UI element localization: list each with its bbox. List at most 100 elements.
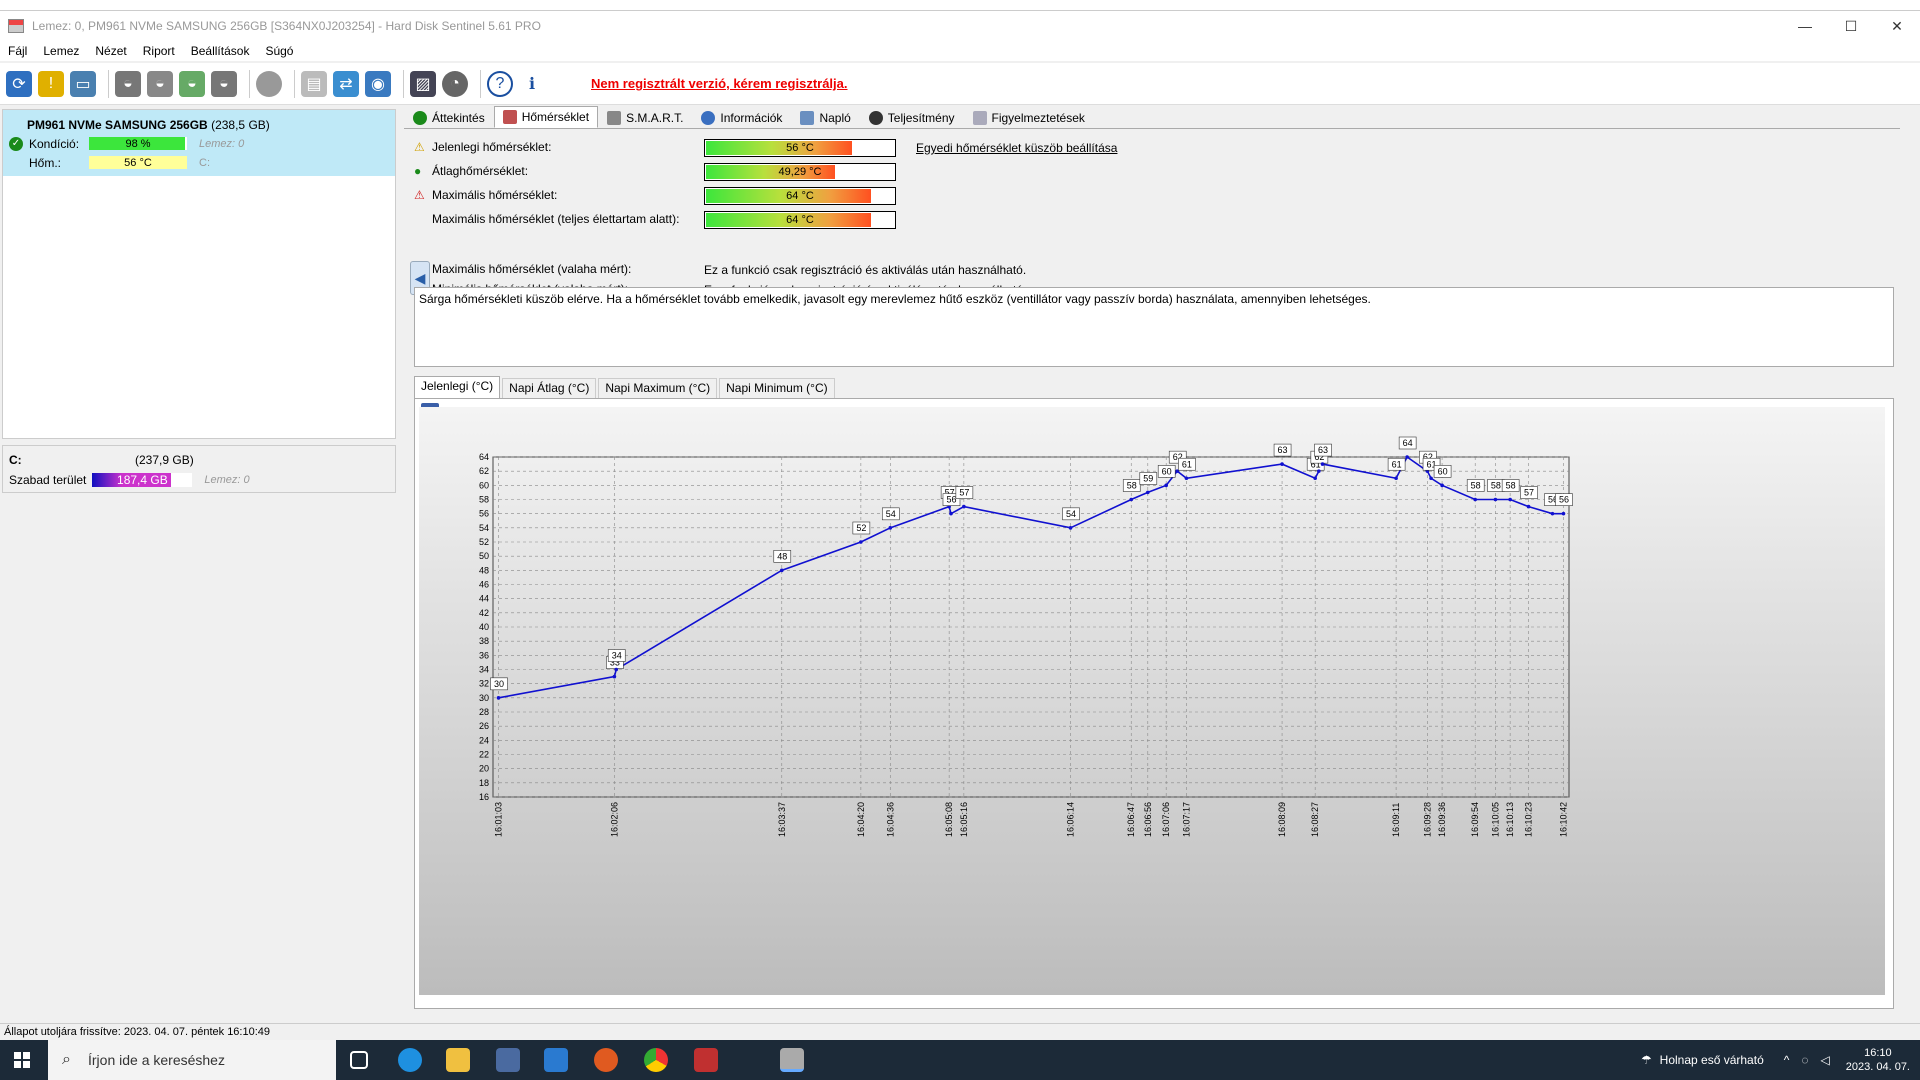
data-label: 34 bbox=[612, 651, 622, 661]
y-tick-label: 34 bbox=[479, 665, 489, 675]
menu-file[interactable]: Fájl bbox=[0, 44, 35, 58]
data-point bbox=[1429, 476, 1433, 481]
menu-disk[interactable]: Lemez bbox=[35, 44, 87, 58]
chevron-up-icon[interactable]: ^ bbox=[1784, 1053, 1790, 1067]
hdsentinel-taskbar-icon[interactable] bbox=[780, 1048, 804, 1072]
file-explorer-icon[interactable] bbox=[446, 1048, 470, 1072]
maximize-button[interactable]: ☐ bbox=[1828, 11, 1874, 41]
title-bar[interactable]: Lemez: 0, PM961 NVMe SAMSUNG 256GB [S364… bbox=[0, 11, 1920, 41]
chart-icon[interactable]: ▨ bbox=[410, 70, 436, 97]
y-tick-label: 42 bbox=[479, 608, 489, 618]
chart-tab-daily-avg[interactable]: Napi Átlag (°C) bbox=[502, 378, 597, 398]
send-report-icon[interactable]: ⇄ bbox=[333, 70, 359, 97]
tab-overview[interactable]: Áttekintés bbox=[404, 108, 494, 128]
custom-threshold-link[interactable]: Egyedi hőmérséklet küszöb beállítása bbox=[916, 141, 1117, 155]
tab-temperature[interactable]: Hőmérséklet bbox=[493, 106, 599, 128]
x-tick-label: 16:10:23 bbox=[1524, 802, 1534, 837]
drive-letter: C: bbox=[199, 156, 210, 169]
store-icon[interactable] bbox=[496, 1048, 520, 1072]
mail-icon[interactable] bbox=[544, 1048, 568, 1072]
data-point bbox=[962, 504, 966, 509]
chrome-icon[interactable] bbox=[644, 1048, 668, 1072]
temperature-message: Sárga hőmérsékleti küszöb elérve. Ha a h… bbox=[414, 287, 1894, 367]
data-point bbox=[1493, 497, 1498, 502]
chart-tab-daily-max[interactable]: Napi Maximum (°C) bbox=[598, 378, 718, 398]
data-label: 58 bbox=[1491, 481, 1501, 491]
menu-bar: Fájl Lemez Nézet Riport Beállítások Súgó bbox=[0, 41, 1920, 61]
weather-text[interactable]: Holnap eső várható bbox=[1660, 1053, 1764, 1067]
info-icon[interactable]: ℹ bbox=[519, 70, 545, 97]
disk-item[interactable]: PM961 NVMe SAMSUNG 256GB (238,5 GB) ✓ Ko… bbox=[3, 110, 395, 176]
edge-icon[interactable] bbox=[398, 1048, 422, 1072]
avg-temp-bar: 49,29 °C bbox=[704, 163, 896, 181]
disk-icon[interactable]: ▭ bbox=[70, 70, 96, 97]
tab-log[interactable]: Napló bbox=[791, 108, 859, 128]
y-tick-label: 36 bbox=[479, 650, 489, 660]
chart-body: 16 18 20 22 24 26 28 30 32 34 36 38 40 42 44 46 48 50 52 54… bbox=[414, 399, 1894, 1009]
unregistered-link[interactable]: Nem regisztrált verzió, kérem regisztrál… bbox=[591, 76, 848, 91]
disk-list: PM961 NVMe SAMSUNG 256GB (238,5 GB) ✓ Ko… bbox=[2, 109, 396, 439]
data-label: 64 bbox=[1403, 438, 1413, 448]
taskbar-search[interactable]: ⌕ Írjon ide a kereséshez bbox=[48, 1040, 336, 1080]
chart-tab-bar: Jelenlegi (°C) Napi Átlag (°C) Napi Maxi… bbox=[414, 376, 1894, 399]
report-icon[interactable]: ▤ bbox=[301, 70, 327, 97]
taskbar: ⌕ Írjon ide a kereséshez ☂ Holnap eső vá… bbox=[0, 1040, 1920, 1080]
app-icon[interactable] bbox=[694, 1048, 718, 1072]
minimize-button[interactable]: — bbox=[1782, 11, 1828, 41]
y-tick-label: 52 bbox=[479, 537, 489, 547]
alerts-icon bbox=[972, 111, 987, 125]
gray-circle-icon[interactable] bbox=[256, 70, 282, 97]
network-icon[interactable]: ◌ bbox=[1801, 1053, 1808, 1067]
max-temp-bar: 64 °C bbox=[704, 187, 896, 205]
volume-item[interactable]: C: (237,9 GB) Szabad terület 187,4 GB Le… bbox=[2, 445, 396, 493]
disk-tool-icon[interactable]: ◒ bbox=[211, 70, 237, 97]
free-space-bar: 187,4 GB bbox=[92, 473, 193, 487]
data-point bbox=[1280, 462, 1284, 466]
tab-information[interactable]: Információk bbox=[692, 108, 791, 128]
weather-icon: ☂ bbox=[1640, 1053, 1652, 1067]
firefox-icon[interactable] bbox=[594, 1048, 618, 1072]
sound-icon[interactable]: ◔ bbox=[442, 70, 468, 97]
chart-tab-daily-min[interactable]: Napi Minimum (°C) bbox=[719, 378, 835, 398]
info-icon bbox=[701, 111, 716, 125]
temperature-summary: ⚠ Jelenlegi hőmérséklet: 56 °C ● Átlaghő… bbox=[404, 129, 1900, 299]
current-temp-bar: 56 °C bbox=[704, 139, 896, 157]
disk-test-icon[interactable]: ◒ bbox=[115, 70, 141, 97]
max-ever-label: Maximális hőmérséklet (valaha mért): bbox=[432, 262, 632, 276]
y-tick-label: 54 bbox=[479, 523, 489, 533]
menu-report[interactable]: Riport bbox=[135, 44, 183, 58]
tab-performance[interactable]: Teljesítmény bbox=[860, 108, 964, 128]
health-bar: 98 % bbox=[89, 137, 187, 150]
task-view-icon[interactable] bbox=[350, 1051, 368, 1069]
current-temp-label: Jelenlegi hőmérséklet: bbox=[432, 140, 552, 154]
chart-tab-current[interactable]: Jelenlegi (°C) bbox=[414, 376, 501, 398]
web-report-icon[interactable]: ◉ bbox=[365, 70, 391, 97]
volume-icon[interactable]: ◁ bbox=[1821, 1053, 1830, 1067]
help-icon[interactable]: ? bbox=[487, 70, 513, 97]
tab-alerts[interactable]: Figyelmeztetések bbox=[964, 108, 1094, 128]
data-point bbox=[1405, 455, 1409, 459]
data-point bbox=[614, 667, 619, 672]
menu-help[interactable]: Súgó bbox=[257, 44, 301, 58]
clock[interactable]: 16:10 2023. 04. 07. bbox=[1846, 1046, 1910, 1074]
thermometer-icon bbox=[502, 110, 517, 124]
windows-start-icon[interactable] bbox=[14, 1052, 30, 1068]
volume-letter: C: bbox=[9, 453, 22, 467]
x-tick-label: 16:05:08 bbox=[944, 802, 954, 837]
data-point bbox=[1068, 526, 1073, 530]
disk-ok-icon[interactable]: ◒ bbox=[179, 70, 205, 97]
data-label: 30 bbox=[494, 679, 504, 689]
x-tick-label: 16:04:20 bbox=[856, 802, 866, 837]
menu-settings[interactable]: Beállítások bbox=[183, 44, 258, 58]
disk-surface-icon[interactable]: ◒ bbox=[147, 70, 173, 97]
warning-icon: ⚠ bbox=[414, 140, 425, 154]
tab-smart[interactable]: S.M.A.R.T. bbox=[598, 108, 692, 128]
refresh-icon[interactable]: ⟳ bbox=[6, 70, 32, 97]
alert-icon[interactable]: ! bbox=[38, 70, 64, 97]
data-point bbox=[1561, 511, 1566, 516]
close-button[interactable]: ✕ bbox=[1874, 11, 1920, 41]
max-temp-label: Maximális hőmérséklet: bbox=[432, 188, 558, 202]
app-window: Lemez: 0, PM961 NVMe SAMSUNG 256GB [S364… bbox=[0, 10, 1920, 1041]
menu-view[interactable]: Nézet bbox=[87, 44, 134, 58]
data-label: 56 bbox=[1559, 495, 1569, 505]
